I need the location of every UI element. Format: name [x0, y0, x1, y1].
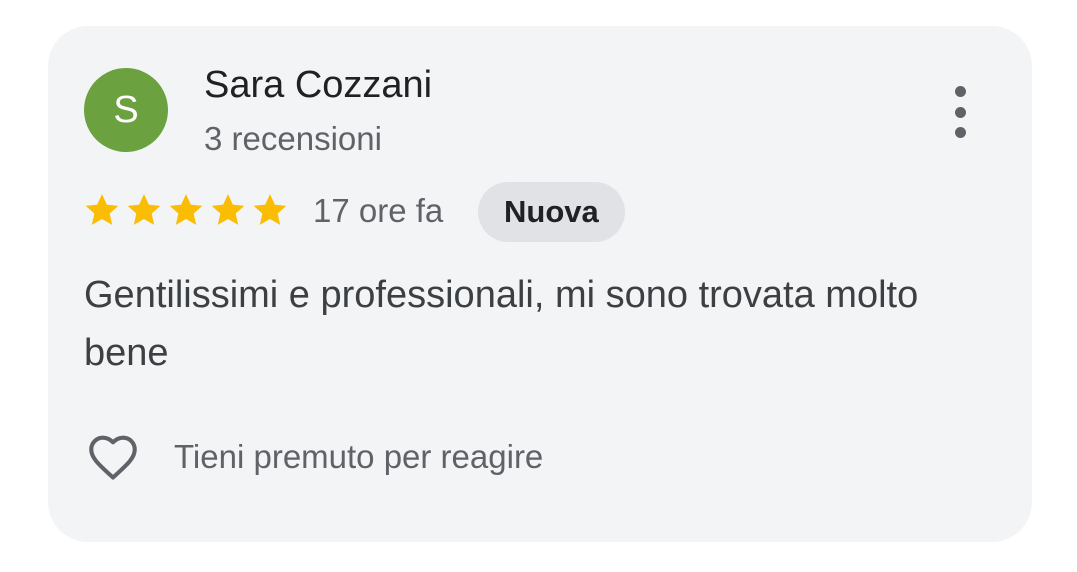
more-options-button[interactable] [938, 82, 982, 142]
react-label: Tieni premuto per reagire [174, 438, 544, 475]
react-button[interactable]: Tieni premuto per reagire [82, 428, 543, 486]
more-vertical-icon-dot [954, 127, 966, 138]
review-card: S Sara Cozzani 3 recensioni 17 ore fa Nu… [48, 26, 1032, 542]
review-text: Gentilissimi e professionali, mi sono tr… [84, 274, 919, 374]
star-filled-icon [253, 194, 287, 225]
star-filled-icon [85, 194, 119, 225]
heart-outline-icon[interactable] [82, 428, 144, 486]
review-time: 17 ore fa [313, 192, 444, 229]
avatar[interactable]: S [84, 68, 168, 152]
star-filled-icon [169, 194, 203, 225]
star-filled-icon [127, 194, 161, 225]
author-name[interactable]: Sara Cozzani [204, 64, 432, 107]
more-vertical-icon-dot [954, 106, 966, 118]
author-review-count: 3 recensioni [204, 120, 382, 157]
more-vertical-icon [954, 86, 966, 97]
star-rating [82, 190, 290, 230]
star-filled-icon [211, 194, 245, 225]
new-badge: Nuova [478, 182, 625, 242]
